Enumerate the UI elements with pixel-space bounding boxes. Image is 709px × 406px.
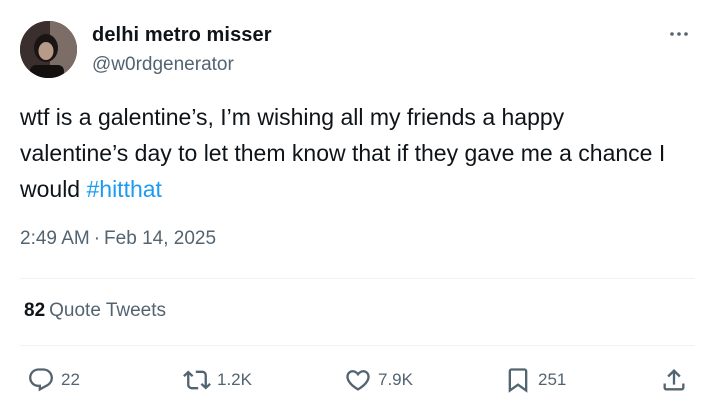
more-horizontal-icon	[670, 32, 688, 36]
action-bar: 22 1.2K 7.9K 251	[0, 362, 709, 398]
tweet-timestamp[interactable]: 2:49 AM · Feb 14, 2025	[20, 228, 216, 250]
display-name[interactable]: delhi metro misser	[92, 24, 272, 47]
quote-tweets-link[interactable]: 82 Quote Tweets	[24, 300, 166, 322]
quote-tweets-count: 82	[24, 300, 46, 321]
share-icon	[663, 369, 685, 391]
avatar-photo	[20, 21, 77, 78]
retweet-button[interactable]: 1.2K	[183, 362, 252, 398]
divider	[20, 345, 695, 346]
retweet-count: 1.2K	[217, 370, 252, 389]
divider	[20, 278, 695, 279]
bookmark-button[interactable]: 251	[504, 362, 566, 398]
avatar[interactable]	[20, 21, 77, 78]
reply-icon	[29, 368, 53, 392]
share-button[interactable]	[660, 362, 688, 398]
heart-icon	[346, 370, 370, 391]
hashtag-link[interactable]: #hitthat	[86, 176, 161, 202]
reply-count: 22	[61, 370, 80, 389]
retweet-icon	[183, 370, 211, 390]
tweet-text: wtf is a galentine’s, I’m wishing all my…	[20, 99, 670, 207]
more-options-button[interactable]	[665, 23, 693, 45]
user-handle[interactable]: @w0rdgenerator	[92, 54, 234, 76]
tweet-time[interactable]: 2:49 AM	[20, 228, 90, 249]
quote-tweets-label: Quote Tweets	[49, 300, 167, 321]
reply-button[interactable]: 22	[27, 362, 80, 398]
bookmark-count: 251	[538, 370, 567, 389]
like-button[interactable]: 7.9K	[344, 362, 413, 398]
like-count: 7.9K	[378, 370, 413, 389]
tweet-date[interactable]: Feb 14, 2025	[104, 228, 216, 249]
timestamp-separator: ·	[93, 228, 101, 249]
tweet-card: delhi metro misser @w0rdgenerator wtf is…	[0, 0, 709, 406]
bookmark-icon	[508, 368, 528, 393]
